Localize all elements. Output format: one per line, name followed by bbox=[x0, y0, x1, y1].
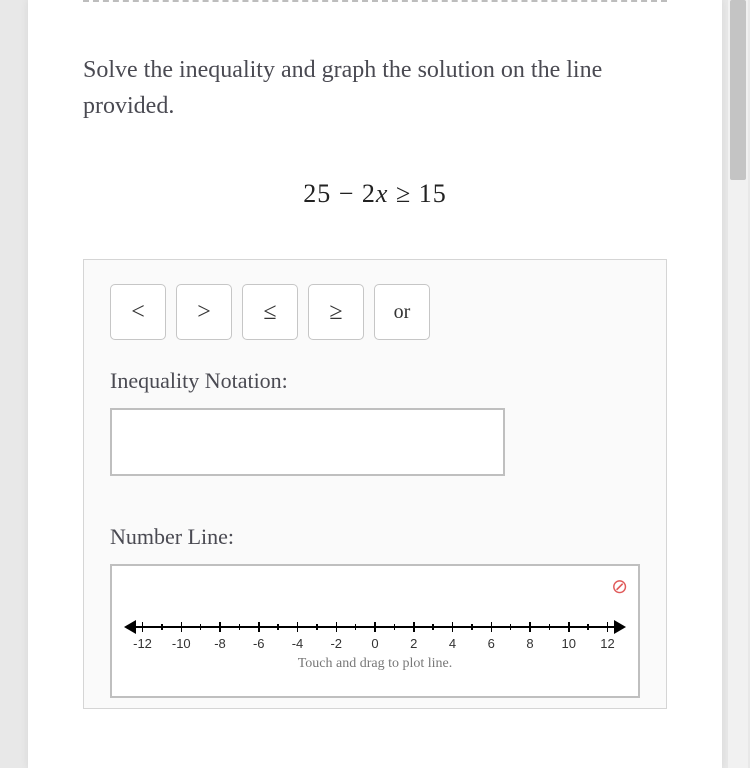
tick: 8 bbox=[530, 622, 531, 651]
tick: 4 bbox=[452, 622, 453, 651]
tick-label: -8 bbox=[214, 636, 226, 651]
tick-mark bbox=[355, 624, 357, 630]
tick bbox=[355, 622, 356, 651]
tick: 10 bbox=[568, 622, 569, 651]
tick-mark bbox=[471, 624, 473, 630]
tick bbox=[510, 622, 511, 651]
tick: 6 bbox=[491, 622, 492, 651]
tick-mark bbox=[161, 624, 163, 630]
tick-mark bbox=[200, 624, 202, 630]
tick-label: -12 bbox=[133, 636, 152, 651]
inequality-input[interactable] bbox=[110, 408, 505, 476]
tick-label: -10 bbox=[172, 636, 191, 651]
tick-mark bbox=[219, 622, 221, 632]
symbol-toolbar: < > ≤ ≥ or bbox=[110, 284, 640, 340]
scrollbar-thumb[interactable] bbox=[730, 0, 746, 180]
tick-mark bbox=[239, 624, 241, 630]
tick-mark bbox=[491, 622, 493, 632]
le-button[interactable]: ≤ bbox=[242, 284, 298, 340]
inequality-label: Inequality Notation: bbox=[110, 368, 640, 394]
tick-mark bbox=[394, 624, 396, 630]
tick bbox=[200, 622, 201, 651]
tick: -2 bbox=[336, 622, 337, 651]
clear-icon[interactable]: ⊘ bbox=[611, 574, 628, 599]
tick-label: -4 bbox=[292, 636, 304, 651]
tick: -12 bbox=[142, 622, 143, 651]
tick-mark bbox=[258, 622, 260, 632]
tick bbox=[433, 622, 434, 651]
tick: -8 bbox=[220, 622, 221, 651]
tick-mark bbox=[316, 624, 318, 630]
numberline-block: ⊘ -12 -10 -8 -6 -4 -2 0 2 4 6 8 10 12 Touch and drag… bbox=[110, 564, 640, 698]
tick-label: 4 bbox=[449, 636, 456, 651]
tick-mark bbox=[142, 622, 144, 632]
tick-mark bbox=[510, 624, 512, 630]
tick-label: 2 bbox=[410, 636, 417, 651]
tick-mark bbox=[529, 622, 531, 632]
arrow-right-icon bbox=[614, 620, 626, 634]
tick bbox=[239, 622, 240, 651]
tick-mark bbox=[568, 622, 570, 632]
tick-label: 12 bbox=[600, 636, 614, 651]
tick-mark bbox=[452, 622, 454, 632]
gt-button[interactable]: > bbox=[176, 284, 232, 340]
expr-var: x bbox=[376, 179, 389, 208]
tick: 12 bbox=[607, 622, 608, 651]
tick-label: -2 bbox=[330, 636, 342, 651]
tick-mark bbox=[607, 622, 609, 632]
tick bbox=[549, 622, 550, 651]
ge-button[interactable]: ≥ bbox=[308, 284, 364, 340]
tick bbox=[471, 622, 472, 651]
tick-mark bbox=[277, 624, 279, 630]
tick bbox=[394, 622, 395, 651]
tick: -4 bbox=[297, 622, 298, 651]
tick bbox=[316, 622, 317, 651]
section-divider bbox=[83, 0, 667, 2]
or-button[interactable]: or bbox=[374, 284, 430, 340]
tick-label: 0 bbox=[371, 636, 378, 651]
tick-mark bbox=[297, 622, 299, 632]
tick bbox=[278, 622, 279, 651]
tick bbox=[161, 622, 162, 651]
tick: -6 bbox=[258, 622, 259, 651]
tick-mark bbox=[181, 622, 183, 632]
tick: -10 bbox=[181, 622, 182, 651]
tick-mark bbox=[587, 624, 589, 630]
tick-label: 10 bbox=[562, 636, 576, 651]
scrollbar-track[interactable] bbox=[728, 0, 748, 768]
tick-mark bbox=[374, 622, 376, 632]
expr-lhs: 25 − 2 bbox=[303, 179, 376, 208]
axis: -12 -10 -8 -6 -4 -2 0 2 4 6 8 10 12 bbox=[128, 620, 622, 650]
tick-container: -12 -10 -8 -6 -4 -2 0 2 4 6 8 10 12 bbox=[142, 622, 608, 651]
lt-button[interactable]: < bbox=[110, 284, 166, 340]
answer-panel: < > ≤ ≥ or Inequality Notation: Number L… bbox=[83, 259, 667, 709]
numberline-label: Number Line: bbox=[110, 524, 640, 550]
tick-mark bbox=[336, 622, 338, 632]
tick bbox=[588, 622, 589, 651]
tick-mark bbox=[432, 624, 434, 630]
tick-mark bbox=[413, 622, 415, 632]
numberline-canvas[interactable]: ⊘ -12 -10 -8 -6 -4 -2 0 2 4 6 8 10 12 Touch and drag… bbox=[110, 564, 640, 698]
inequality-expression: 25 − 2x ≥ 15 bbox=[83, 179, 667, 209]
content-card: Solve the inequality and graph the solut… bbox=[28, 0, 722, 768]
expr-rhs: ≥ 15 bbox=[388, 179, 446, 208]
tick: 0 bbox=[375, 622, 376, 651]
numberline-hint: Touch and drag to plot line. bbox=[128, 656, 622, 672]
tick-mark bbox=[549, 624, 551, 630]
tick-label: 6 bbox=[488, 636, 495, 651]
tick: 2 bbox=[413, 622, 414, 651]
tick-label: 8 bbox=[526, 636, 533, 651]
question-prompt: Solve the inequality and graph the solut… bbox=[83, 52, 667, 124]
tick-label: -6 bbox=[253, 636, 265, 651]
